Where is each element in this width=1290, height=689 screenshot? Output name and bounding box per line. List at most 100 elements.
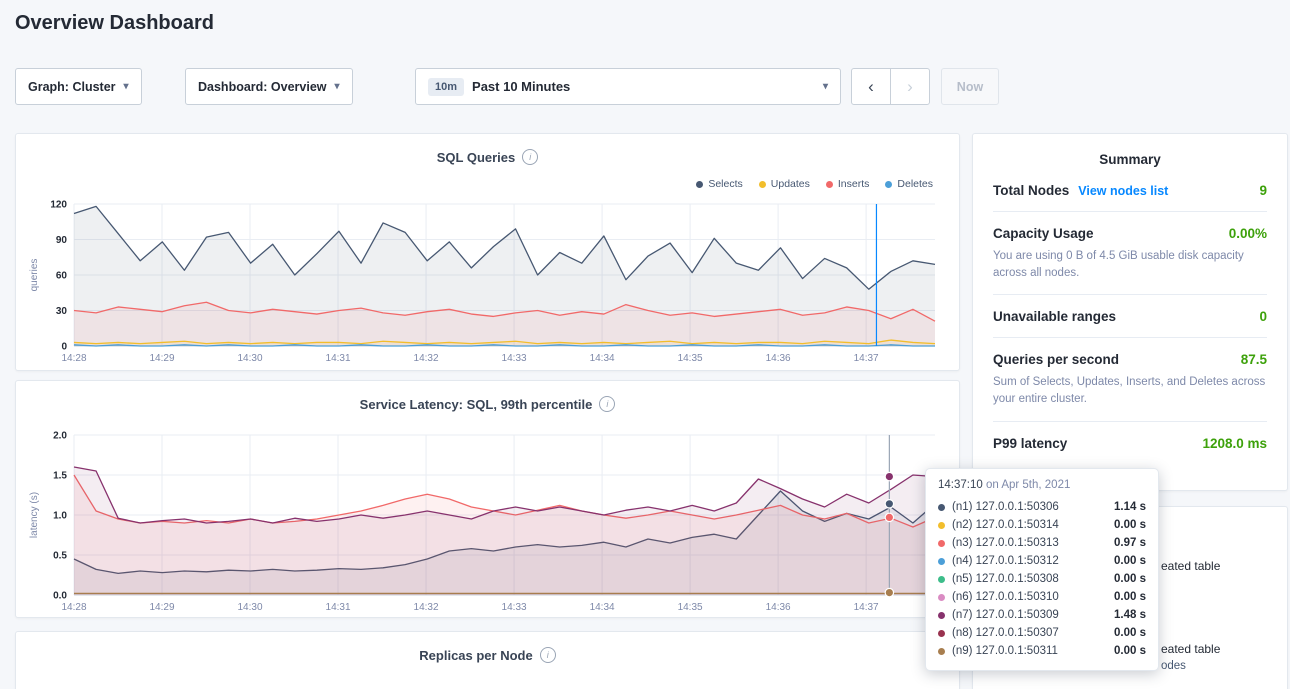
tooltip-node-label: (n9) 127.0.0.1:50311 bbox=[952, 645, 1058, 657]
svg-text:14:33: 14:33 bbox=[502, 353, 527, 364]
graph-dropdown-label: Graph: Cluster bbox=[28, 80, 116, 94]
series-dot-icon bbox=[938, 630, 945, 637]
info-icon[interactable]: i bbox=[540, 647, 556, 663]
summary-row-value: 1208.0 ms bbox=[1202, 436, 1267, 451]
chart-title-row: SQL Queries i bbox=[16, 134, 959, 165]
svg-text:14:32: 14:32 bbox=[414, 353, 439, 364]
chart-title: SQL Queries bbox=[437, 150, 516, 165]
graph-dropdown[interactable]: Graph: Cluster ▾ bbox=[15, 68, 142, 105]
tooltip-node-row: (n1) 127.0.0.1:503061.14 s bbox=[938, 498, 1146, 516]
tooltip-node-label: (n1) 127.0.0.1:50306 bbox=[952, 501, 1059, 513]
series-dot-icon bbox=[938, 594, 945, 601]
svg-text:14:35: 14:35 bbox=[678, 353, 703, 364]
legend-dot-icon bbox=[759, 181, 766, 188]
chart-title: Replicas per Node bbox=[419, 648, 532, 663]
svg-text:14:30: 14:30 bbox=[238, 353, 263, 364]
chart-title: Service Latency: SQL, 99th percentile bbox=[360, 397, 593, 412]
tooltip-node-row: (n5) 127.0.0.1:503080.00 s bbox=[938, 570, 1146, 588]
svg-text:0.0: 0.0 bbox=[53, 591, 67, 602]
summary-row-value: 0.00% bbox=[1229, 226, 1267, 241]
info-icon[interactable]: i bbox=[599, 396, 615, 412]
legend-label: Selects bbox=[708, 178, 742, 190]
summary-row: P99 latency1208.0 ms bbox=[993, 422, 1267, 464]
svg-text:30: 30 bbox=[56, 306, 68, 317]
series-dot-icon bbox=[938, 522, 945, 529]
tooltip-rows: (n1) 127.0.0.1:503061.14 s(n2) 127.0.0.1… bbox=[938, 498, 1146, 660]
legend-item: Inserts bbox=[826, 178, 870, 190]
summary-row-value: 87.5 bbox=[1241, 352, 1267, 367]
svg-text:2.0: 2.0 bbox=[53, 431, 67, 442]
svg-text:14:29: 14:29 bbox=[149, 353, 174, 364]
time-range-dropdown[interactable]: 10m Past 10 Minutes ▾ bbox=[415, 68, 841, 105]
summary-row-value: 9 bbox=[1259, 183, 1267, 198]
svg-text:14:33: 14:33 bbox=[502, 602, 527, 613]
event-text-fragment: eated table bbox=[1161, 559, 1220, 573]
summary-row-label: Queries per second bbox=[993, 352, 1119, 367]
service-latency-chart[interactable]: 14:2814:2914:3014:3114:3214:3314:3414:35… bbox=[28, 429, 949, 615]
legend-label: Deletes bbox=[897, 178, 933, 190]
tooltip-node-row: (n8) 127.0.0.1:50307 0.00 s bbox=[938, 624, 1146, 642]
tooltip-node-row: (n9) 127.0.0.1:50311 0.00 s bbox=[938, 642, 1146, 660]
legend-dot-icon bbox=[885, 181, 892, 188]
svg-text:14:31: 14:31 bbox=[326, 602, 351, 613]
service-latency-chart-panel: Service Latency: SQL, 99th percentile i … bbox=[15, 380, 960, 618]
summary-row-label: Total Nodes bbox=[993, 183, 1069, 198]
info-icon[interactable]: i bbox=[522, 149, 538, 165]
tooltip-node-label: (n3) 127.0.0.1:50313 bbox=[952, 537, 1059, 549]
svg-text:14:28: 14:28 bbox=[61, 353, 86, 364]
time-nav-group: ‹ › bbox=[851, 68, 930, 105]
chart-title-row: Replicas per Node i bbox=[16, 632, 959, 663]
event-text-fragment: eated table bbox=[1161, 642, 1220, 656]
tooltip-node-label: (n5) 127.0.0.1:50308 bbox=[952, 573, 1059, 585]
chevron-down-icon: ▾ bbox=[823, 82, 828, 92]
tooltip-node-value: 1.48 s bbox=[1114, 609, 1146, 621]
summary-panel: Summary Total NodesView nodes list9Capac… bbox=[972, 133, 1288, 491]
page-title: Overview Dashboard bbox=[15, 12, 214, 35]
sql-queries-chart-panel: SQL Queries i Selects Updates Inserts Delet… bbox=[15, 133, 960, 371]
tooltip-node-value: 0.00 s bbox=[1114, 519, 1146, 531]
series-dot-icon bbox=[938, 540, 945, 547]
svg-text:0.5: 0.5 bbox=[53, 551, 67, 562]
svg-text:1.5: 1.5 bbox=[53, 471, 67, 482]
tooltip-date: on Apr 5th, 2021 bbox=[986, 479, 1070, 491]
legend-dot-icon bbox=[696, 181, 703, 188]
dashboard-dropdown-label: Dashboard: Overview bbox=[198, 80, 327, 94]
svg-text:90: 90 bbox=[56, 235, 68, 246]
tooltip-node-value: 0.00 s bbox=[1114, 645, 1146, 657]
summary-row-subtext: Sum of Selects, Updates, Inserts, and De… bbox=[993, 374, 1267, 407]
sql-queries-chart[interactable]: 14:2814:2914:3014:3114:3214:3314:3414:35… bbox=[28, 198, 949, 366]
svg-text:14:28: 14:28 bbox=[61, 602, 86, 613]
legend-item: Deletes bbox=[885, 178, 933, 190]
tooltip-timestamp: 14:37:10 on Apr 5th, 2021 bbox=[938, 479, 1146, 491]
chart-legend: Selects Updates Inserts Deletes bbox=[696, 178, 933, 190]
series-dot-icon bbox=[938, 558, 945, 565]
tooltip-node-row: (n6) 127.0.0.1:503100.00 s bbox=[938, 588, 1146, 606]
now-button[interactable]: Now bbox=[941, 68, 999, 105]
tooltip-node-value: 0.00 s bbox=[1114, 627, 1146, 639]
time-range-label: Past 10 Minutes bbox=[472, 79, 570, 94]
time-next-button[interactable]: › bbox=[890, 68, 930, 105]
summary-rows: Total Nodes View nodes list 9 Capacity Usag… bbox=[973, 167, 1287, 464]
summary-row: Capacity Usage0.00%You are using 0 B of … bbox=[993, 212, 1267, 295]
series-dot-icon bbox=[938, 648, 945, 655]
time-preset-badge: 10m bbox=[428, 78, 464, 96]
svg-text:14:30: 14:30 bbox=[238, 602, 263, 613]
tooltip-node-label: (n8) 127.0.0.1:50307 bbox=[952, 627, 1059, 639]
tooltip-node-row: (n3) 127.0.0.1:503130.97 s bbox=[938, 534, 1146, 552]
summary-row: Unavailable ranges0 bbox=[993, 295, 1267, 338]
series-dot-icon bbox=[938, 576, 945, 583]
dashboard-dropdown[interactable]: Dashboard: Overview ▾ bbox=[185, 68, 353, 105]
view-nodes-list-link[interactable]: View nodes list bbox=[1078, 184, 1168, 198]
legend-label: Inserts bbox=[838, 178, 870, 190]
legend-label: Updates bbox=[771, 178, 810, 190]
svg-text:14:35: 14:35 bbox=[678, 602, 703, 613]
svg-text:14:36: 14:36 bbox=[766, 602, 791, 613]
time-prev-button[interactable]: ‹ bbox=[851, 68, 891, 105]
chart-hover-tooltip: 14:37:10 on Apr 5th, 2021 (n1) 127.0.0.1… bbox=[925, 468, 1159, 671]
svg-text:14:34: 14:34 bbox=[590, 353, 615, 364]
svg-text:0: 0 bbox=[61, 342, 67, 353]
tooltip-node-row: (n4) 127.0.0.1:503120.00 s bbox=[938, 552, 1146, 570]
replicas-per-node-chart-panel: Replicas per Node i bbox=[15, 631, 960, 689]
summary-row-label: Unavailable ranges bbox=[993, 309, 1116, 324]
svg-text:latency (s): latency (s) bbox=[29, 492, 40, 538]
